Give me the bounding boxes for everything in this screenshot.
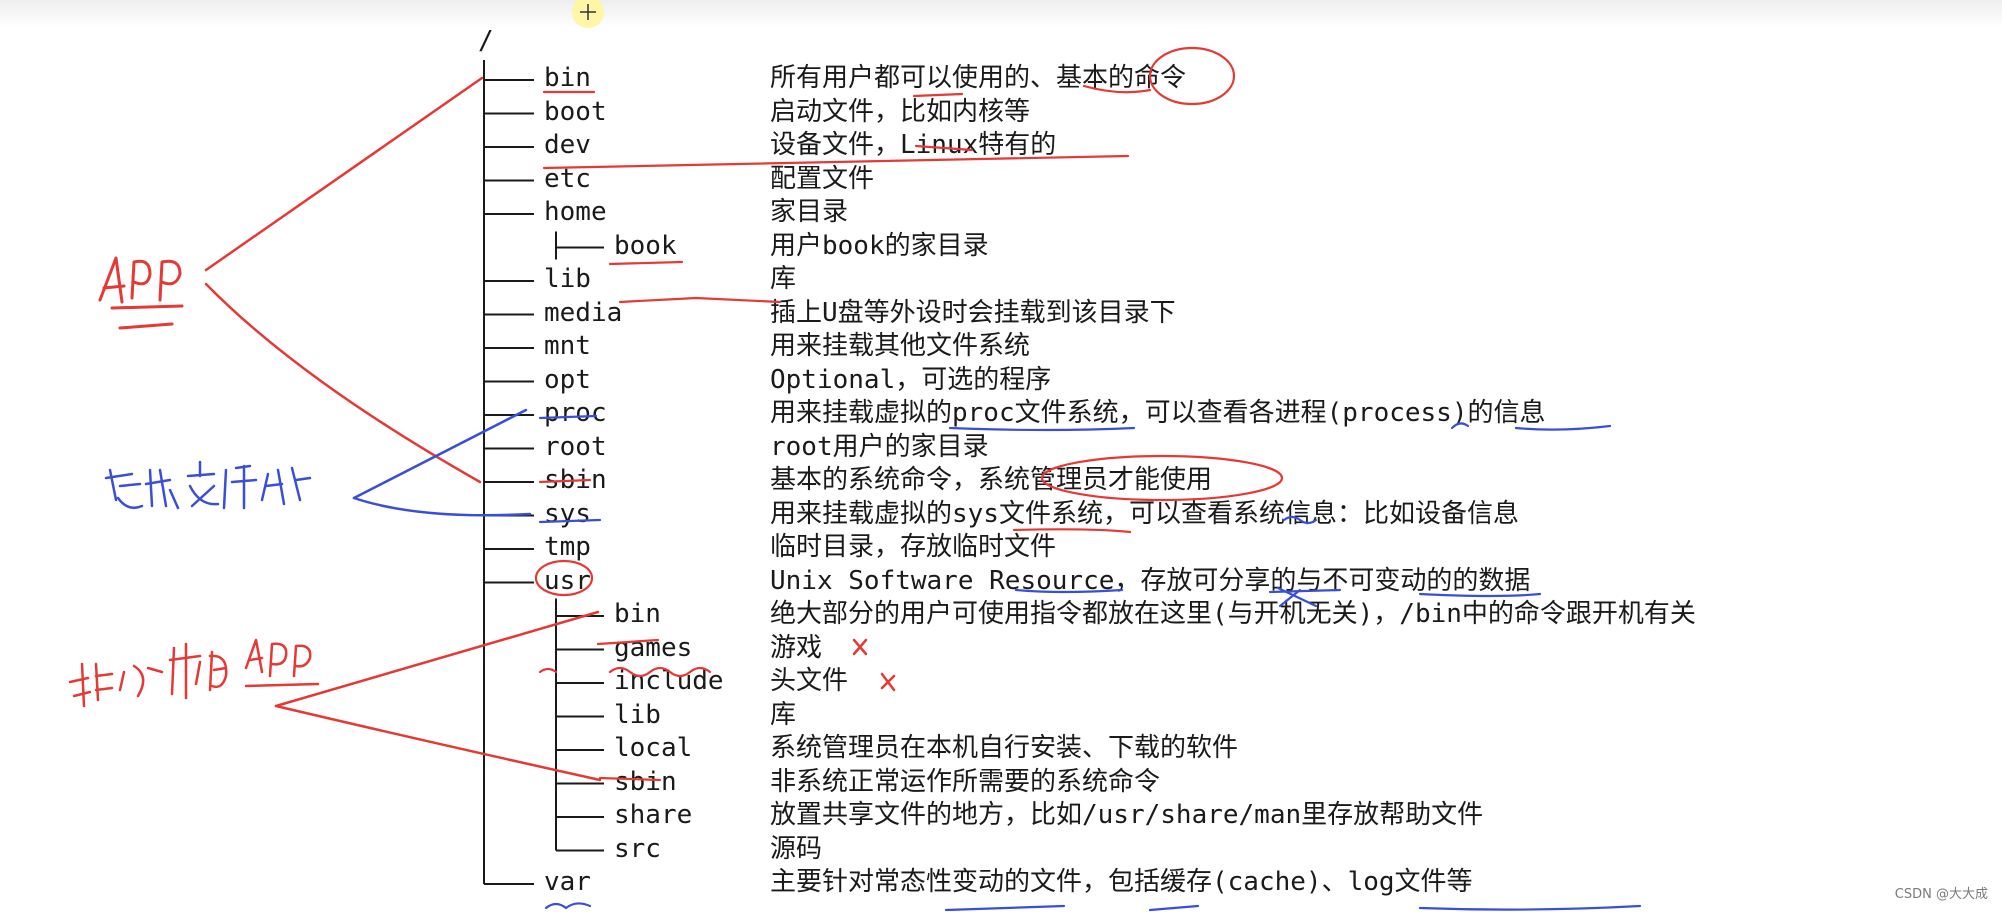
include-wavy-underline <box>538 666 712 678</box>
cursor-icon <box>572 0 604 28</box>
handwritten-nonessential-app-label <box>68 638 320 708</box>
red-underlines <box>538 84 1152 782</box>
red-circles <box>534 46 1284 597</box>
nonessential-bracket-lines <box>274 610 602 782</box>
virtual-fs-bracket-lines <box>352 408 532 517</box>
handwritten-annotations <box>68 0 1642 912</box>
red-x-marks <box>852 638 896 692</box>
handwritten-virtual-fs-label <box>104 460 312 510</box>
watermark: CSDN @大大成 <box>1894 887 1988 902</box>
app-bracket-lines <box>204 76 484 484</box>
handwritten-app-label <box>98 256 184 330</box>
directory-tree-diagram: / bin 所有用户都可以使用的、基本的命令 boot 启动文件，比如内核等 dev 设备… <box>0 0 2002 912</box>
blue-underlines <box>538 414 1642 912</box>
